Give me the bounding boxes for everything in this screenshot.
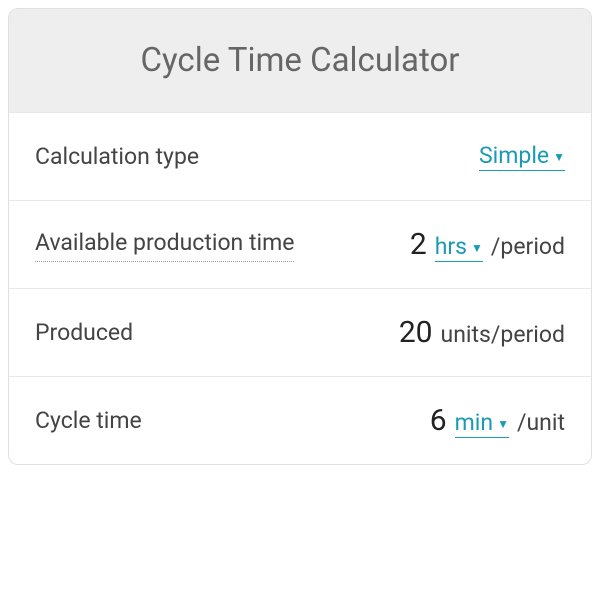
value-calculation-type: Simple ▼ [479, 142, 565, 171]
value-group-produced: 20 units/period [393, 315, 565, 350]
cycle-time-suffix: /unit [517, 409, 565, 436]
chevron-down-icon: ▼ [553, 150, 565, 164]
cycle-time-unit: min [455, 409, 493, 436]
row-produced: Produced 20 units/period [9, 288, 591, 376]
row-cycle-time: Cycle time 6 min ▼ /unit [9, 376, 591, 464]
value-group-cycle-time: 6 min ▼ /unit [407, 403, 565, 438]
cycle-time-output: 6 [407, 403, 447, 438]
header: Cycle Time Calculator [9, 9, 591, 112]
label-cycle-time: Cycle time [35, 405, 407, 436]
label-available-time[interactable]: Available production time [35, 227, 294, 261]
available-time-unit: hrs [435, 233, 467, 260]
row-available-time: Available production time 2 hrs ▼ /perio… [9, 200, 591, 288]
available-time-input[interactable]: 2 [387, 227, 427, 262]
label-calculation-type: Calculation type [35, 141, 479, 172]
label-produced: Produced [35, 317, 393, 348]
produced-input[interactable]: 20 [393, 315, 433, 350]
calculation-type-dropdown[interactable]: Simple ▼ [479, 142, 565, 171]
value-group-available-time: 2 hrs ▼ /period [387, 227, 565, 262]
calculation-type-value: Simple [479, 142, 549, 169]
row-calculation-type: Calculation type Simple ▼ [9, 112, 591, 200]
chevron-down-icon: ▼ [471, 241, 483, 255]
available-time-suffix: /period [491, 233, 565, 260]
chevron-down-icon: ▼ [497, 417, 509, 431]
available-time-unit-dropdown[interactable]: hrs ▼ [435, 233, 483, 262]
produced-unit: units/period [441, 321, 565, 348]
page-title: Cycle Time Calculator [29, 41, 571, 80]
calculator-card: Cycle Time Calculator Calculation type S… [8, 8, 592, 465]
cycle-time-unit-dropdown[interactable]: min ▼ [455, 409, 509, 438]
